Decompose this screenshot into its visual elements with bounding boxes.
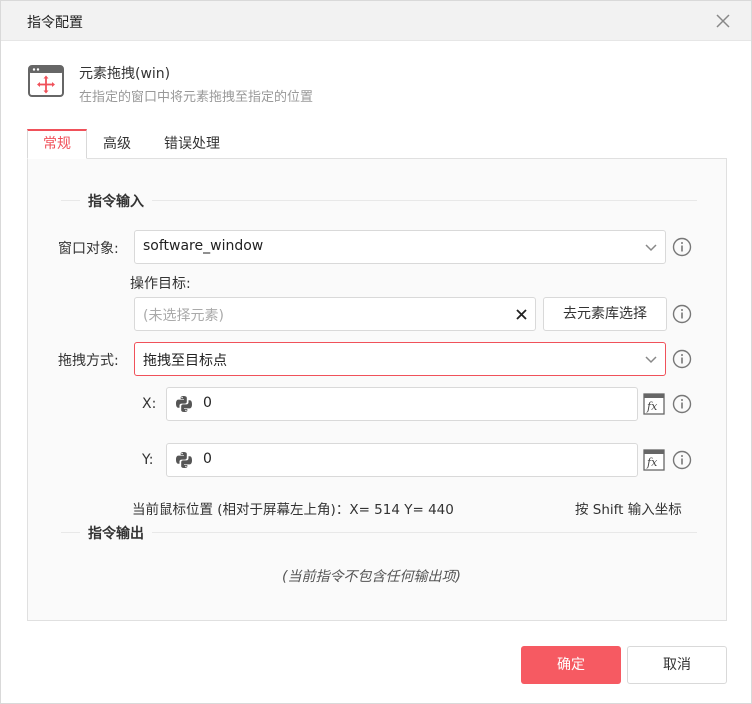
chevron-down-icon — [645, 356, 657, 364]
python-icon — [176, 452, 192, 468]
dialog-title: 指令配置 — [27, 15, 83, 31]
element-library-button[interactable]: 去元素库选择 — [543, 297, 667, 331]
fx-icon[interactable]: fx — [643, 449, 665, 471]
info-icon[interactable] — [672, 237, 692, 257]
drag-mode-label: 拖拽方式: — [58, 353, 119, 369]
tab-error-handling[interactable]: 错误处理 — [152, 129, 232, 159]
window-object-label: 窗口对象: — [58, 241, 119, 257]
input-section-title: 指令输入 — [80, 191, 152, 211]
output-section-title: 指令输出 — [80, 523, 152, 543]
confirm-button[interactable]: 确定 — [521, 646, 621, 684]
info-icon[interactable] — [672, 304, 692, 324]
tab-general[interactable]: 常规 — [27, 129, 87, 159]
tab-advanced[interactable]: 高级 — [87, 129, 147, 159]
operation-target-label: 操作目标: — [130, 276, 191, 292]
info-icon[interactable] — [672, 450, 692, 470]
window-object-select[interactable]: software_window — [134, 230, 666, 264]
general-panel: 指令输入 窗口对象: software_window 操作目标: (未选择元素)… — [27, 158, 727, 621]
section-divider — [61, 532, 697, 533]
x-label: X: — [142, 396, 157, 412]
operation-target-placeholder: (未选择元素) — [143, 308, 224, 324]
command-config-dialog: 指令配置 元素拖拽(win) 在指定的窗口中将元素拖拽至指定的位置 常规 高级 … — [0, 0, 752, 704]
shift-coordinate-hint: 按 Shift 输入坐标 — [575, 502, 682, 518]
x-input[interactable]: 0 — [166, 387, 638, 421]
clear-icon[interactable] — [516, 309, 527, 320]
drag-mode-value: 拖拽至目标点 — [143, 353, 227, 369]
svg-text:fx: fx — [646, 456, 658, 469]
y-value: 0 — [203, 451, 212, 467]
chevron-down-icon — [645, 244, 657, 252]
y-label: Y: — [142, 452, 154, 468]
fx-icon[interactable]: fx — [643, 393, 665, 415]
section-divider — [61, 200, 697, 201]
info-icon[interactable] — [672, 349, 692, 369]
dialog-titlebar: 指令配置 — [1, 1, 751, 41]
operation-target-input[interactable]: (未选择元素) — [134, 297, 536, 331]
tab-bar: 常规 高级 错误处理 — [27, 129, 727, 159]
y-input[interactable]: 0 — [166, 443, 638, 477]
window-object-value: software_window — [143, 238, 264, 254]
no-output-text: (当前指令不包含任何输出项) — [282, 569, 461, 585]
svg-text:fx: fx — [646, 400, 658, 413]
command-name: 元素拖拽(win) — [79, 66, 171, 82]
python-icon — [176, 396, 192, 412]
command-description: 在指定的窗口中将元素拖拽至指定的位置 — [79, 90, 314, 105]
cancel-button[interactable]: 取消 — [627, 646, 727, 684]
drag-mode-select[interactable]: 拖拽至目标点 — [134, 342, 666, 376]
x-value: 0 — [203, 395, 212, 411]
close-icon[interactable] — [714, 12, 732, 30]
info-icon[interactable] — [672, 394, 692, 414]
mouse-position-text: 当前鼠标位置 (相对于屏幕左上角)：X= 514 Y= 440 — [132, 502, 454, 518]
move-window-icon — [28, 65, 64, 97]
